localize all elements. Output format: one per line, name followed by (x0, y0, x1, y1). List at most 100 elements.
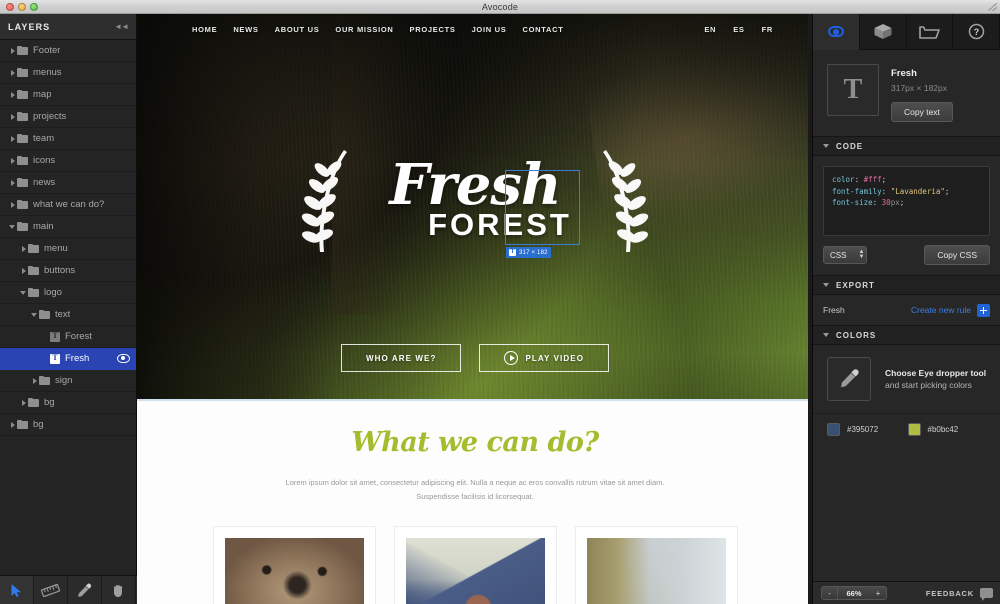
colors-section-header[interactable]: COLORS (813, 325, 1000, 345)
color-swatch[interactable]: #395072 (827, 423, 908, 436)
cursor-arrow-icon (10, 583, 23, 598)
wheat-left-icon (301, 150, 347, 252)
eyedropper-button[interactable] (827, 357, 871, 401)
copy-css-button[interactable]: Copy CSS (924, 245, 990, 265)
play-video-button[interactable]: PLAY VIDEO (479, 344, 610, 372)
resize-grip-icon[interactable] (988, 3, 997, 11)
section-paragraph: Lorem ipsum dolor sit amet, consectetur … (285, 478, 665, 501)
nav-menu: HOME NEWS ABOUT US OUR MISSION PROJECTS JOIN … (192, 25, 564, 34)
chevron-down-icon[interactable] (30, 310, 39, 319)
create-new-rule-link[interactable]: Create new rule (911, 305, 971, 315)
zoom-level-value[interactable]: 66% (838, 586, 870, 600)
code-language-value: CSS (830, 250, 847, 260)
chevron-right-icon[interactable] (8, 68, 17, 77)
chevron-right-icon[interactable] (8, 420, 17, 429)
language-option[interactable]: FR (762, 25, 773, 34)
chevron-down-icon[interactable] (8, 222, 17, 231)
layer-row[interactable]: icons (0, 150, 136, 172)
chevron-right-icon[interactable] (19, 266, 28, 275)
avocode-app-window: Avocode LAYERS ◄◄ Footer menus map projects… (0, 0, 1000, 604)
feedback-button[interactable]: FEEDBACK (926, 588, 993, 601)
layer-row[interactable]: sign (0, 370, 136, 392)
layer-tree[interactable]: Footer menus map projects team icons news what … (0, 40, 136, 575)
export-section-header[interactable]: EXPORT (813, 275, 1000, 295)
folder-icon (28, 398, 39, 407)
nav-item[interactable]: JOIN US (472, 25, 507, 34)
zoom-out-button[interactable]: - (821, 586, 838, 600)
chevron-down-icon (823, 144, 829, 148)
layer-row[interactable]: bg (0, 414, 136, 436)
tab-inspect[interactable] (813, 14, 860, 50)
copy-text-button[interactable]: Copy text (891, 102, 953, 122)
layer-row[interactable]: team (0, 128, 136, 150)
layer-row[interactable]: what we can do? (0, 194, 136, 216)
tab-files[interactable] (906, 14, 954, 50)
chevron-right-icon[interactable] (30, 376, 39, 385)
layer-row[interactable]: Forest (0, 326, 136, 348)
layer-selection-box[interactable]: 317 × 182 (505, 170, 580, 258)
chevron-right-icon[interactable] (8, 46, 17, 55)
chevron-right-icon[interactable] (19, 244, 28, 253)
tab-assets[interactable] (859, 14, 907, 50)
layer-name: buttons (44, 265, 76, 276)
layer-row[interactable]: projects (0, 106, 136, 128)
layer-name: news (33, 177, 56, 188)
card-forest[interactable] (574, 525, 738, 604)
nav-item[interactable]: NEWS (233, 25, 258, 34)
visibility-eye-icon[interactable] (117, 354, 130, 363)
layer-row[interactable]: Footer (0, 40, 136, 62)
chevron-right-icon[interactable] (8, 112, 17, 121)
chevron-right-icon[interactable] (8, 178, 17, 187)
chevron-right-icon[interactable] (8, 134, 17, 143)
close-button[interactable] (6, 3, 14, 11)
layer-row[interactable]: Fresh (0, 348, 136, 370)
layer-row[interactable]: bg (0, 392, 136, 414)
language-option[interactable]: ES (733, 25, 744, 34)
layer-row[interactable]: menus (0, 62, 136, 84)
folder-icon (17, 420, 28, 429)
zoom-in-button[interactable]: + (870, 586, 887, 600)
layer-row[interactable]: buttons (0, 260, 136, 282)
nav-item[interactable]: CONTACT (522, 25, 563, 34)
code-language-select[interactable]: CSS ▲ ▼ (823, 246, 867, 264)
layer-row[interactable]: text (0, 304, 136, 326)
chevron-right-icon[interactable] (8, 156, 17, 165)
minimize-button[interactable] (18, 3, 26, 11)
nav-item[interactable]: HOME (192, 25, 217, 34)
inspector-body: T Fresh 317px × 182px Copy text CODE col… (813, 50, 1000, 436)
layer-row[interactable]: map (0, 84, 136, 106)
eyedropper-tool[interactable] (68, 576, 102, 604)
nav-item[interactable]: OUR MISSION (335, 25, 393, 34)
eyedropper-hint-line1: Choose Eye dropper tool (885, 368, 987, 378)
move-tool[interactable] (0, 576, 34, 604)
nav-item[interactable]: ABOUT US (275, 25, 320, 34)
hand-tool[interactable] (102, 576, 136, 604)
card-bear[interactable] (212, 525, 376, 604)
who-are-we-button[interactable]: WHO ARE WE? (340, 344, 462, 372)
card-mountain[interactable] (393, 525, 557, 604)
nav-item[interactable]: PROJECTS (410, 25, 456, 34)
plus-icon[interactable] (977, 303, 990, 317)
measure-tool[interactable] (34, 576, 68, 604)
design-canvas[interactable]: HOME NEWS ABOUT US OUR MISSION PROJECTS JOIN … (137, 14, 812, 604)
language-option[interactable]: EN (704, 25, 716, 34)
color-swatch[interactable]: #b0bc42 (907, 423, 989, 436)
code-section-header[interactable]: CODE (813, 136, 1000, 156)
zoom-button[interactable] (30, 3, 38, 11)
folder-open-icon (919, 26, 940, 39)
layer-row[interactable]: news (0, 172, 136, 194)
layer-row[interactable]: main (0, 216, 136, 238)
text-type-icon: T (843, 74, 863, 105)
export-rule-row: Fresh Create new rule (813, 295, 1000, 325)
collapse-panel-icon[interactable]: ◄◄ (114, 22, 129, 31)
layer-row[interactable]: logo (0, 282, 136, 304)
code-block[interactable]: color: #fff; font-family: "Lavanderia"; … (823, 166, 990, 236)
chevron-right-icon[interactable] (8, 90, 17, 99)
chevron-down-icon[interactable] (19, 288, 28, 297)
layer-row[interactable]: menu (0, 238, 136, 260)
folder-icon (28, 244, 39, 253)
chevron-right-icon[interactable] (8, 200, 17, 209)
tab-help[interactable]: ? (953, 14, 1000, 50)
chevron-right-icon[interactable] (19, 398, 28, 407)
